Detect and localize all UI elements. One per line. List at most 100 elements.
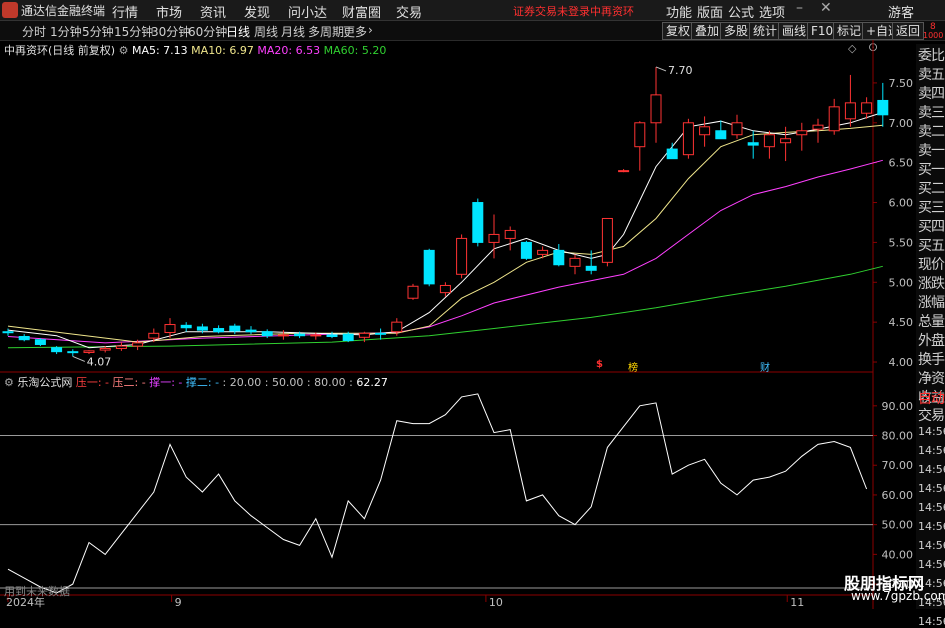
sidebar-label-bid4[interactable]: 买四 xyxy=(918,216,945,236)
watermark-url: www.7gpzb.com xyxy=(851,589,945,603)
candle-body-down xyxy=(229,325,241,332)
chart-canvas[interactable]: 4.004.505.005.506.006.507.007.5030.0040.… xyxy=(0,0,945,609)
candle-body-up xyxy=(780,138,792,144)
candle-body-up xyxy=(310,334,322,337)
sidebar-label-ask5[interactable]: 卖五 xyxy=(918,64,945,84)
x-tick-label: 9 xyxy=(175,596,182,609)
x-tick-label: 11 xyxy=(790,596,804,609)
y-tick-label: 5.00 xyxy=(889,276,914,289)
indicator-line xyxy=(7,393,868,594)
candle-body-up xyxy=(488,233,500,243)
candle-body-down xyxy=(877,99,889,116)
y-tick-label: 6.00 xyxy=(889,197,914,210)
y-tick-label: 4.00 xyxy=(889,356,914,369)
sidebar-label-ask3[interactable]: 卖三 xyxy=(918,102,945,122)
indicator-y-tick-label: 50.00 xyxy=(882,519,914,532)
sidebar-label-order-ratio[interactable]: 委比 xyxy=(918,45,945,65)
future-data-note: 用到未来数据 xyxy=(4,585,70,598)
trade-label[interactable]: 交易 xyxy=(918,405,945,425)
candle-body-up xyxy=(844,102,856,120)
high-price-label: 7.70 xyxy=(668,64,693,77)
candle-body-down xyxy=(294,333,306,337)
sidebar-label-bid5[interactable]: 买五 xyxy=(918,235,945,255)
sidebar-label-ask1[interactable]: 卖一 xyxy=(918,140,945,160)
tick-time: 14:56 xyxy=(918,425,945,438)
indicator-y-tick-label: 80.00 xyxy=(882,430,914,443)
candle-body-down xyxy=(342,333,354,341)
sidebar-label-change-pct[interactable]: 涨幅 xyxy=(918,292,945,312)
sidebar-label-outer-volume[interactable]: 外盘 xyxy=(918,330,945,350)
candle-body-down xyxy=(472,202,484,243)
candle-body-up xyxy=(618,170,630,173)
candle-body-down xyxy=(18,336,30,341)
tick-time: 14:56 xyxy=(918,520,945,533)
candle-body-up xyxy=(731,122,743,136)
candle-body-up xyxy=(439,284,451,294)
candle-body-down xyxy=(2,331,14,334)
candle-body-down xyxy=(423,249,435,285)
event-marker-list[interactable]: 榜 xyxy=(628,359,638,374)
candle-body-down xyxy=(245,329,257,333)
ma60-line xyxy=(7,265,883,349)
candle-body-up xyxy=(763,134,775,148)
low-price-label: 4.07 xyxy=(87,355,112,368)
sidebar-label-price[interactable]: 现价 xyxy=(918,254,945,274)
y-tick-label: 7.50 xyxy=(889,77,914,90)
candle-body-up xyxy=(699,126,711,136)
tick-time: 14:56 xyxy=(918,482,945,495)
sidebar-label-turnover[interactable]: 换手 xyxy=(918,349,945,369)
tick-time: 14:56 xyxy=(918,615,945,628)
candle-body-up xyxy=(148,332,160,339)
candle-body-up xyxy=(504,229,516,239)
sidebar-label-bid1[interactable]: 买一 xyxy=(918,159,945,179)
candle-body-up xyxy=(828,106,840,132)
candle-body-up xyxy=(115,345,127,349)
y-tick-label: 4.50 xyxy=(889,316,914,329)
candle-body-up xyxy=(83,350,95,353)
candle-body-up xyxy=(861,102,873,114)
candle-body-up xyxy=(164,324,176,334)
x-tick-label: 10 xyxy=(489,596,503,609)
candle-body-down xyxy=(326,334,338,338)
ma10-line xyxy=(7,124,883,343)
candle-body-down xyxy=(180,324,192,329)
candle-body-down xyxy=(67,351,79,354)
sidebar-label-bid3[interactable]: 买三 xyxy=(918,197,945,217)
candle-body-down xyxy=(34,339,46,345)
indicator-y-tick-label: 60.00 xyxy=(882,489,914,502)
candle-body-down xyxy=(213,328,225,333)
candle-body-up xyxy=(634,122,646,148)
candle-body-up xyxy=(682,122,694,156)
candle-body-up xyxy=(796,130,808,136)
candle-body-up xyxy=(537,249,549,255)
candle-body-up xyxy=(132,342,144,347)
candle-body-down xyxy=(585,265,597,271)
tick-time: 14:56 xyxy=(918,501,945,514)
y-tick-label: 5.50 xyxy=(889,236,914,249)
event-marker-dollar[interactable]: $ xyxy=(596,359,603,370)
sidebar-label-ask4[interactable]: 卖四 xyxy=(918,83,945,103)
low-marker-line xyxy=(72,355,85,362)
sidebar-label-change[interactable]: 涨跌 xyxy=(918,273,945,293)
high-marker-line xyxy=(655,66,667,72)
y-tick-label: 7.00 xyxy=(889,117,914,130)
candle-body-up xyxy=(358,332,370,338)
candle-body-up xyxy=(99,347,111,351)
candle-body-up xyxy=(812,124,824,130)
sidebar-label-ask2[interactable]: 卖二 xyxy=(918,121,945,141)
candle-body-down xyxy=(520,241,532,259)
candle-body-down xyxy=(375,332,387,335)
sidebar-label-net-assets[interactable]: 净资 xyxy=(918,368,945,388)
tick-time: 14:56 xyxy=(918,463,945,476)
tick-time: 14:56 xyxy=(918,539,945,552)
sidebar-label-bid2[interactable]: 买二 xyxy=(918,178,945,198)
y-tick-label: 6.50 xyxy=(889,157,914,170)
indicator-y-tick-label: 70.00 xyxy=(882,459,914,472)
candle-body-down xyxy=(715,130,727,140)
ma20-line xyxy=(7,159,883,344)
indicator-y-tick-label: 40.00 xyxy=(882,548,914,561)
sidebar-label-volume[interactable]: 总量 xyxy=(918,311,945,331)
candle-body-down xyxy=(261,331,273,337)
event-marker-finance[interactable]: 财 xyxy=(760,359,770,374)
candle-body-down xyxy=(553,249,565,266)
